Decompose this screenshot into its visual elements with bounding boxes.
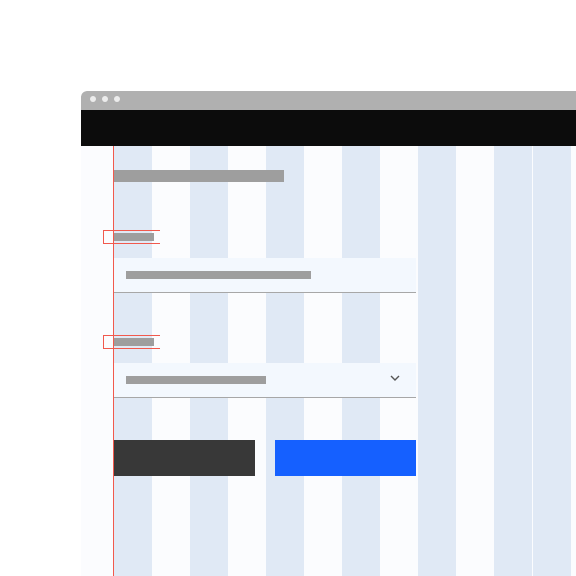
field-label xyxy=(114,338,154,346)
field-label-highlight xyxy=(103,335,160,349)
form-field xyxy=(114,230,416,293)
minimize-icon[interactable] xyxy=(102,96,108,102)
primary-button[interactable] xyxy=(275,440,416,476)
form-field xyxy=(114,335,416,398)
window-titlebar xyxy=(81,91,576,110)
text-input[interactable] xyxy=(114,258,416,293)
field-label xyxy=(114,233,154,241)
page-title xyxy=(114,170,284,182)
window-controls xyxy=(90,96,120,102)
secondary-button[interactable] xyxy=(114,440,255,476)
field-label-highlight xyxy=(103,230,160,244)
select-input[interactable] xyxy=(114,363,416,398)
app-header-bar xyxy=(81,110,576,146)
form-content xyxy=(114,170,416,476)
select-value xyxy=(126,376,266,384)
close-icon[interactable] xyxy=(90,96,96,102)
browser-window xyxy=(81,91,576,576)
page-surface xyxy=(81,146,576,576)
chevron-down-icon xyxy=(390,373,400,383)
input-value xyxy=(126,271,311,279)
maximize-icon[interactable] xyxy=(114,96,120,102)
form-actions xyxy=(114,440,416,476)
